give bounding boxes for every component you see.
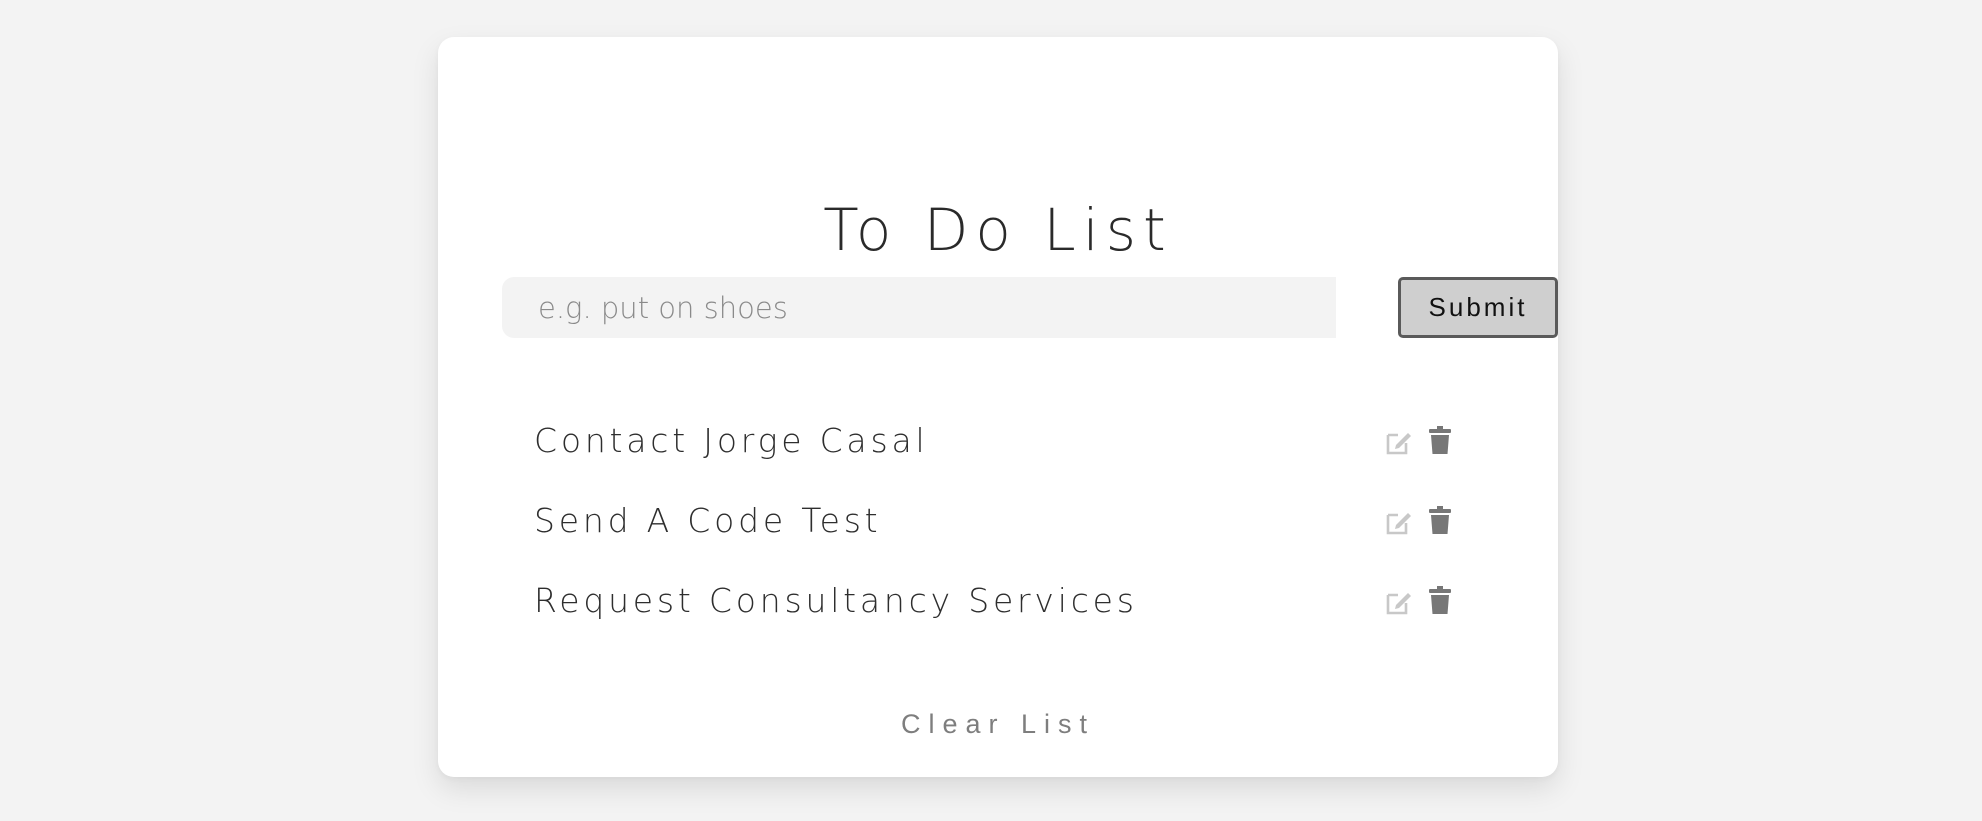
task-actions — [1385, 586, 1455, 618]
task-list: Contact Jorge Casal Send A Code Test Req… — [534, 409, 1459, 649]
todo-card: To Do List Submit Contact Jorge Casal Se… — [438, 37, 1558, 777]
edit-icon[interactable] — [1385, 428, 1413, 456]
task-actions — [1385, 426, 1455, 458]
task-input[interactable] — [502, 277, 1336, 338]
task-item: Contact Jorge Casal — [534, 409, 1459, 489]
task-actions — [1385, 506, 1455, 538]
clear-list-button[interactable]: Clear List — [438, 709, 1558, 740]
trash-icon[interactable] — [1429, 426, 1451, 454]
submit-button[interactable]: Submit — [1398, 277, 1558, 338]
task-text: Send A Code Test — [534, 501, 882, 540]
trash-icon[interactable] — [1429, 586, 1451, 614]
task-item: Send A Code Test — [534, 489, 1459, 569]
task-text: Request Consultancy Services — [534, 581, 1138, 620]
edit-icon[interactable] — [1385, 508, 1413, 536]
page-title: To Do List — [823, 196, 1173, 264]
task-text: Contact Jorge Casal — [534, 421, 929, 460]
task-item: Request Consultancy Services — [534, 569, 1459, 649]
trash-icon[interactable] — [1429, 506, 1451, 534]
add-task-form: Submit — [502, 277, 1558, 338]
edit-icon[interactable] — [1385, 588, 1413, 616]
